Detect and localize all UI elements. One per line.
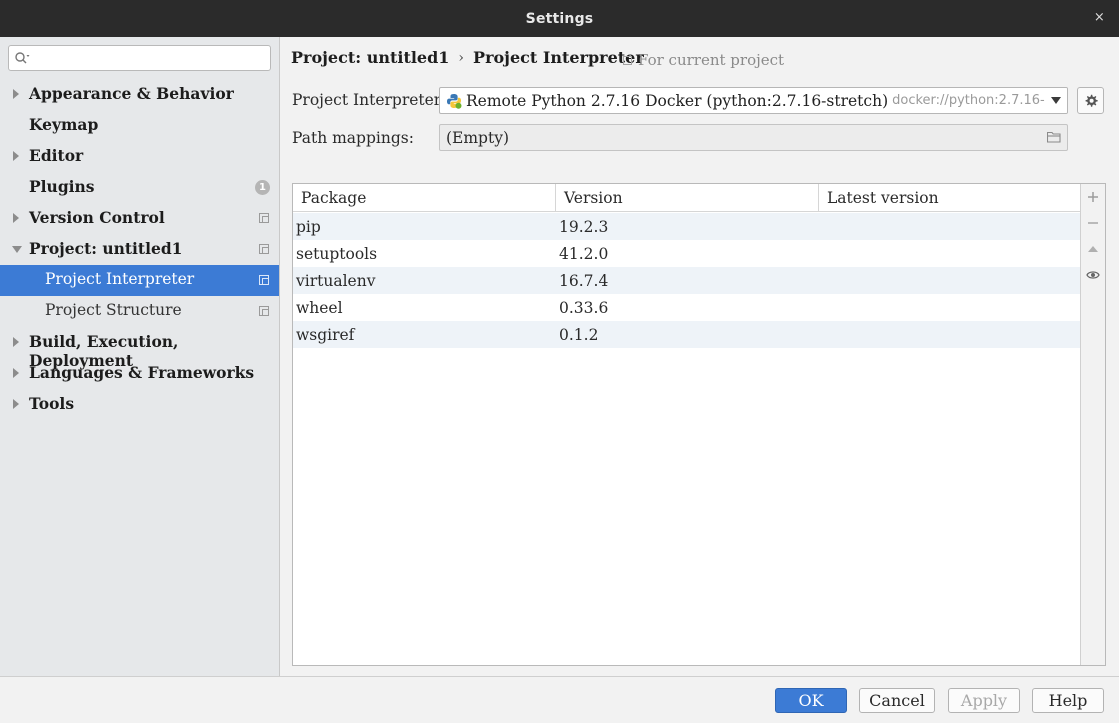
add-icon[interactable] (1085, 189, 1101, 205)
sidebar-item-label: Appearance & Behavior (29, 84, 234, 103)
window-title: Settings (525, 10, 594, 27)
package-version: 0.33.6 (559, 298, 609, 317)
package-version: 16.7.4 (559, 271, 609, 290)
project-scope-icon (259, 213, 269, 223)
settings-sidebar: Appearance & Behavior Keymap Editor Plug… (0, 37, 280, 676)
search-field[interactable] (8, 45, 271, 71)
sidebar-item-plugins[interactable]: Plugins 1 (0, 172, 279, 203)
cancel-button[interactable]: Cancel (859, 688, 935, 713)
scope-indicator: For current project (623, 51, 784, 69)
package-version: 41.2.0 (559, 244, 609, 263)
help-button[interactable]: Help (1032, 688, 1104, 713)
update-badge: 1 (255, 180, 270, 195)
breadcrumb: Project: untitled1 › Project Interpreter (291, 48, 644, 67)
sidebar-item-label: Version Control (29, 208, 165, 227)
sidebar-item-version-control[interactable]: Version Control (0, 203, 279, 234)
table-row[interactable]: wheel 0.33.6 (293, 294, 1081, 321)
package-name: virtualenv (296, 271, 376, 290)
package-version: 19.2.3 (559, 217, 609, 236)
ok-button[interactable]: OK (775, 688, 847, 713)
settings-content: Project: untitled1 › Project Interpreter… (281, 37, 1119, 676)
search-icon (15, 52, 30, 64)
package-toolbar (1080, 184, 1105, 665)
sidebar-item-label: Keymap (29, 115, 99, 134)
project-scope-icon (259, 275, 269, 285)
interpreter-select[interactable]: Remote Python 2.7.16 Docker (python:2.7.… (439, 87, 1068, 114)
chevron-down-icon[interactable] (1045, 88, 1067, 113)
interpreter-value: Remote Python 2.7.16 Docker (python:2.7.… (466, 91, 889, 110)
table-row[interactable]: pip 19.2.3 (293, 213, 1081, 240)
sidebar-item-label: Project Interpreter (45, 270, 195, 288)
sidebar-item-label: Project Structure (45, 301, 182, 319)
project-scope-icon (623, 55, 632, 65)
interpreter-path-hint: docker://python:2.7.16-stretch/p (892, 93, 1067, 108)
package-name: wheel (296, 298, 343, 317)
collapse-arrow-icon[interactable] (12, 246, 22, 253)
window-titlebar: Settings × (0, 0, 1119, 37)
python-icon (447, 93, 462, 109)
package-latest (819, 213, 822, 240)
eye-icon[interactable] (1085, 267, 1101, 283)
scope-label: For current project (638, 51, 785, 69)
package-name: setuptools (296, 244, 378, 263)
sidebar-item-editor[interactable]: Editor (0, 141, 279, 172)
breadcrumb-parent[interactable]: Project: untitled1 (291, 48, 449, 67)
sidebar-item-label: Languages & Frameworks (29, 363, 255, 382)
interpreter-label: Project Interpreter: (292, 91, 447, 109)
package-name: pip (296, 217, 321, 236)
package-latest (819, 267, 822, 294)
expand-arrow-icon[interactable] (13, 337, 19, 347)
table-header: Package Version Latest version (293, 184, 1081, 212)
apply-button[interactable]: Apply (948, 688, 1020, 713)
breadcrumb-separator: › (458, 49, 465, 66)
sidebar-item-appearance[interactable]: Appearance & Behavior (0, 79, 279, 110)
path-mappings-field[interactable]: (Empty) (439, 124, 1068, 151)
project-scope-icon (259, 306, 269, 316)
table-row[interactable]: wsgiref 0.1.2 (293, 321, 1081, 348)
remove-icon[interactable] (1085, 215, 1101, 231)
package-version: 0.1.2 (559, 325, 599, 344)
table-row[interactable]: virtualenv 16.7.4 (293, 267, 1081, 294)
package-name: wsgiref (296, 325, 355, 344)
gear-icon (1085, 94, 1098, 107)
sidebar-item-languages[interactable]: Languages & Frameworks (0, 358, 279, 389)
interpreter-settings-button[interactable] (1077, 87, 1104, 114)
package-latest (819, 321, 822, 348)
sidebar-item-project-structure[interactable]: Project Structure (0, 296, 279, 327)
sidebar-item-label: Editor (29, 146, 84, 165)
dialog-buttons: OK Cancel Apply Help (0, 676, 1119, 723)
expand-arrow-icon[interactable] (13, 368, 19, 378)
expand-arrow-icon[interactable] (13, 151, 19, 161)
sidebar-item-project[interactable]: Project: untitled1 (0, 234, 279, 265)
breadcrumb-current: Project Interpreter (473, 48, 644, 67)
sidebar-item-label: Project: untitled1 (29, 239, 183, 258)
folder-icon[interactable] (1047, 131, 1061, 143)
table-row[interactable]: setuptools 41.2.0 (293, 240, 1081, 267)
package-latest (819, 294, 822, 321)
expand-arrow-icon[interactable] (13, 399, 19, 409)
sidebar-item-label: Plugins (29, 177, 95, 196)
project-scope-icon (259, 244, 269, 254)
sidebar-item-label: Tools (29, 394, 75, 413)
path-mappings-value: (Empty) (446, 128, 510, 147)
sidebar-item-project-interpreter[interactable]: Project Interpreter (0, 265, 279, 296)
upgrade-icon[interactable] (1085, 241, 1101, 257)
package-latest (819, 240, 822, 267)
close-icon[interactable]: × (1094, 10, 1105, 25)
sidebar-item-keymap[interactable]: Keymap (0, 110, 279, 141)
column-header-package[interactable]: Package (293, 184, 556, 212)
expand-arrow-icon[interactable] (13, 213, 19, 223)
sidebar-item-tools[interactable]: Tools (0, 389, 279, 420)
expand-arrow-icon[interactable] (13, 89, 19, 99)
packages-table: Package Version Latest version pip 19.2.… (292, 183, 1106, 666)
sidebar-item-build[interactable]: Build, Execution, Deployment (0, 327, 279, 370)
column-header-latest-version[interactable]: Latest version (819, 184, 1081, 212)
path-mappings-label: Path mappings: (292, 129, 414, 147)
column-header-version[interactable]: Version (556, 184, 819, 212)
